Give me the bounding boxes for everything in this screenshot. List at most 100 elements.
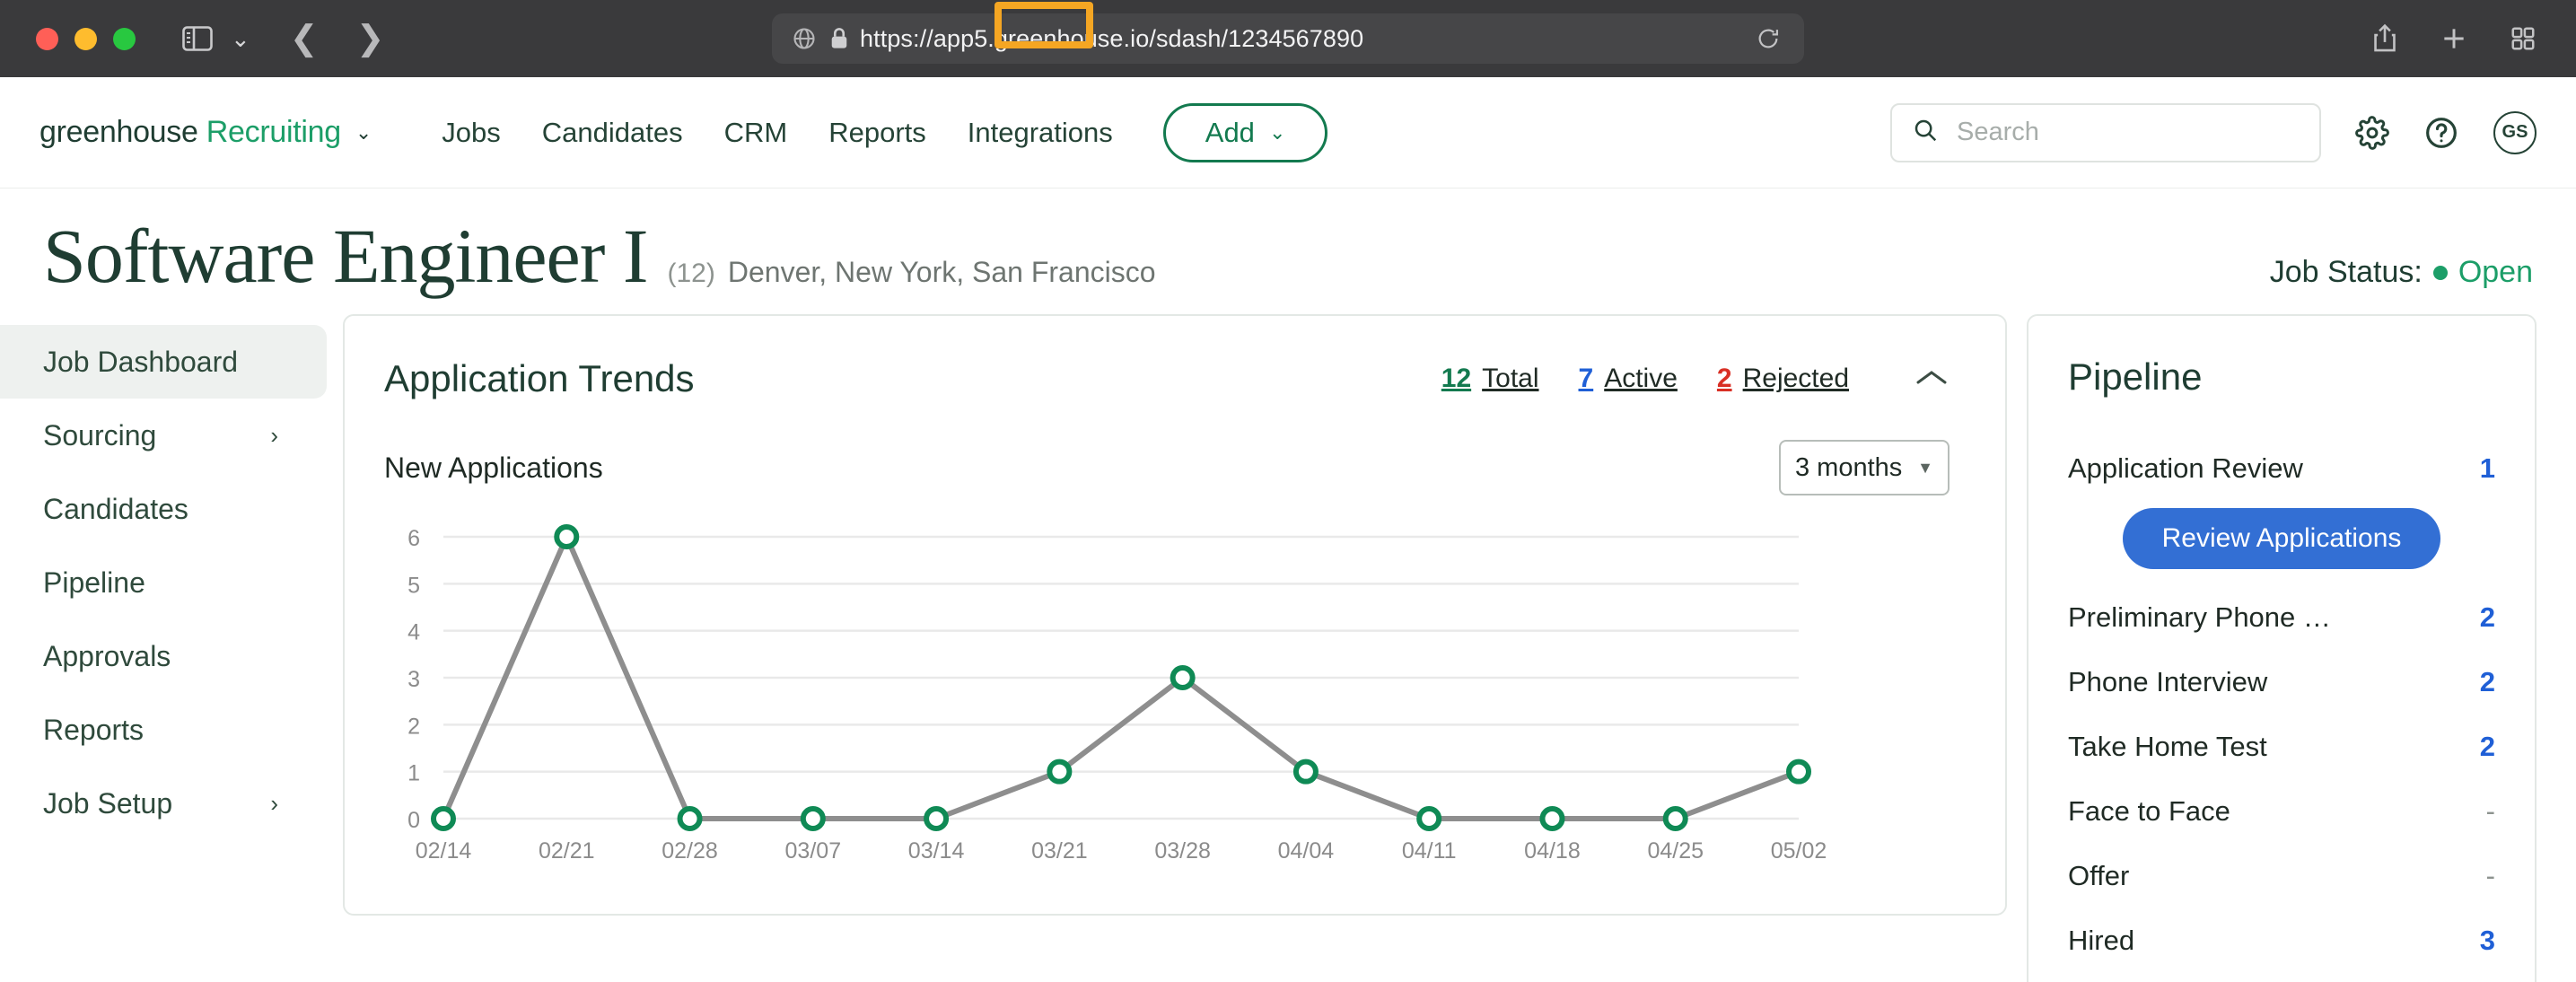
add-button-label: Add — [1205, 117, 1255, 149]
avatar[interactable]: GS — [2493, 111, 2537, 154]
address-bar[interactable]: https://app5.greenhouse.io/sdash /123456… — [772, 13, 1804, 64]
chevron-down-icon: ⌄ — [1269, 121, 1285, 145]
primary-nav: Jobs Candidates CRM Reports Integrations — [442, 117, 1112, 149]
close-window-button[interactable] — [36, 28, 58, 50]
stat-total[interactable]: 12 Total — [1441, 364, 1539, 394]
chart-data-point[interactable] — [434, 809, 453, 829]
chevron-right-icon: › — [270, 422, 278, 450]
y-axis-tick-label: 0 — [407, 808, 420, 833]
review-applications-button[interactable]: Review Applications — [2123, 508, 2441, 569]
forward-arrow-icon[interactable]: ❯ — [356, 22, 385, 56]
time-range-select[interactable]: 3 months ▼ — [1779, 440, 1950, 495]
job-locations: Denver, New York, San Francisco — [728, 256, 1156, 289]
sidebar-item-reports[interactable]: Reports — [0, 693, 327, 767]
help-icon[interactable] — [2423, 115, 2459, 151]
pipeline-stage-count: - — [2486, 860, 2495, 892]
status-value: Open — [2458, 255, 2533, 290]
y-axis-tick-label: 2 — [407, 714, 420, 739]
page-header: Software Engineer I (12) Denver, New Yor… — [0, 189, 2576, 294]
page-title: Software Engineer I — [43, 217, 648, 294]
brand-logo[interactable]: greenhouse Recruiting ⌄ — [39, 115, 372, 150]
nav-item-reports[interactable]: Reports — [828, 117, 926, 149]
gear-icon[interactable] — [2355, 116, 2389, 150]
application-trends-card: Application Trends 12 Total 7 Active 2 R… — [343, 314, 2007, 916]
chart-data-point[interactable] — [926, 809, 946, 829]
x-axis-tick-label: 02/28 — [662, 838, 718, 864]
window-traffic-lights[interactable] — [36, 28, 136, 50]
x-axis-tick-label: 04/11 — [1402, 838, 1457, 864]
x-axis-tick-label: 03/07 — [785, 838, 842, 864]
sidebar-item-label: Reports — [43, 714, 144, 747]
chart-subtitle: New Applications — [384, 452, 603, 485]
nav-item-crm[interactable]: CRM — [724, 117, 788, 149]
chart-data-point[interactable] — [1419, 809, 1439, 829]
nav-item-candidates[interactable]: Candidates — [542, 117, 683, 149]
reload-icon[interactable] — [1756, 26, 1781, 51]
x-axis-tick-label: 02/14 — [416, 838, 472, 864]
tab-overview-icon[interactable] — [2510, 25, 2537, 52]
chevron-down-icon[interactable]: ⌄ — [231, 27, 250, 50]
chevron-up-icon[interactable] — [1914, 362, 1950, 397]
chart-data-point[interactable] — [680, 809, 700, 829]
pipeline-stage-take-home-test[interactable]: Take Home Test 2 — [2068, 715, 2495, 779]
nav-item-jobs[interactable]: Jobs — [442, 117, 500, 149]
search-input[interactable] — [1957, 118, 2300, 147]
stat-active-label: Active — [1604, 364, 1678, 394]
pipeline-stage-count: 2 — [2480, 731, 2495, 763]
sidebar-item-label: Candidates — [43, 493, 188, 526]
sidebar-icon[interactable] — [182, 26, 213, 51]
status-dot-icon — [2433, 266, 2448, 280]
sidebar-item-approvals[interactable]: Approvals — [0, 619, 327, 693]
minimize-window-button[interactable] — [74, 28, 97, 50]
maximize-window-button[interactable] — [113, 28, 136, 50]
sidebar-item-label: Job Dashboard — [43, 346, 238, 379]
share-icon[interactable] — [2371, 23, 2398, 54]
sidebar-item-sourcing[interactable]: Sourcing › — [0, 399, 327, 472]
sidebar-item-candidates[interactable]: Candidates — [0, 472, 327, 546]
sidebar-item-job-dashboard[interactable]: Job Dashboard — [0, 325, 327, 399]
lock-icon — [829, 27, 849, 50]
plus-icon[interactable] — [2440, 24, 2468, 53]
pipeline-stage-hired[interactable]: Hired 3 — [2068, 908, 2495, 973]
x-axis-tick-label: 03/14 — [908, 838, 965, 864]
pipeline-stage-face-to-face[interactable]: Face to Face - — [2068, 779, 2495, 844]
sidebar-item-job-setup[interactable]: Job Setup › — [0, 767, 327, 840]
chart-data-point[interactable] — [1666, 809, 1686, 829]
app-top-nav: greenhouse Recruiting ⌄ Jobs Candidates … — [0, 77, 2576, 189]
y-axis-tick-label: 6 — [407, 526, 420, 551]
x-axis-tick-label: 04/18 — [1524, 838, 1581, 864]
chevron-down-icon[interactable]: ⌄ — [355, 121, 372, 145]
back-arrow-icon[interactable]: ❮ — [290, 22, 319, 56]
pipeline-stage-preliminary-phone[interactable]: Preliminary Phone … 2 — [2068, 585, 2495, 650]
chart-data-point[interactable] — [1542, 809, 1562, 829]
stat-total-label: Total — [1482, 364, 1538, 394]
stat-active[interactable]: 7 Active — [1579, 364, 1678, 394]
chart-svg: 012345602/1402/2102/2803/0703/1403/2103/… — [345, 519, 1871, 878]
url-text: https://app5.greenhouse.io/sdash — [860, 25, 1222, 53]
nav-item-integrations[interactable]: Integrations — [968, 117, 1113, 149]
pipeline-stage-label: Take Home Test — [2068, 731, 2267, 763]
pipeline-stage-application-review[interactable]: Application Review 1 — [2068, 436, 2495, 501]
pipeline-stage-label: Application Review — [2068, 452, 2303, 485]
y-axis-tick-label: 4 — [407, 620, 420, 645]
pipeline-stage-offer[interactable]: Offer - — [2068, 844, 2495, 908]
chart-data-point[interactable] — [556, 527, 576, 547]
chart-data-point[interactable] — [803, 809, 823, 829]
sidebar-item-pipeline[interactable]: Pipeline — [0, 546, 327, 619]
chart-data-point[interactable] — [1296, 762, 1316, 782]
sidebar-item-label: Approvals — [43, 640, 171, 673]
x-axis-tick-label: 04/25 — [1647, 838, 1704, 864]
chart-data-point[interactable] — [1789, 762, 1809, 782]
pipeline-stage-count: 3 — [2480, 925, 2495, 957]
chart-data-point[interactable] — [1173, 668, 1193, 688]
stat-total-count: 12 — [1441, 364, 1471, 394]
stat-rejected[interactable]: 2 Rejected — [1717, 364, 1849, 394]
pipeline-stage-phone-interview[interactable]: Phone Interview 2 — [2068, 650, 2495, 715]
pipeline-title: Pipeline — [2068, 355, 2495, 399]
add-button[interactable]: Add ⌄ — [1163, 103, 1328, 162]
y-axis-tick-label: 5 — [407, 573, 420, 598]
y-axis-tick-label: 1 — [407, 761, 420, 786]
chart-data-point[interactable] — [1049, 762, 1069, 782]
search-box[interactable] — [1890, 103, 2321, 162]
sidebar-item-label: Job Setup — [43, 787, 172, 820]
